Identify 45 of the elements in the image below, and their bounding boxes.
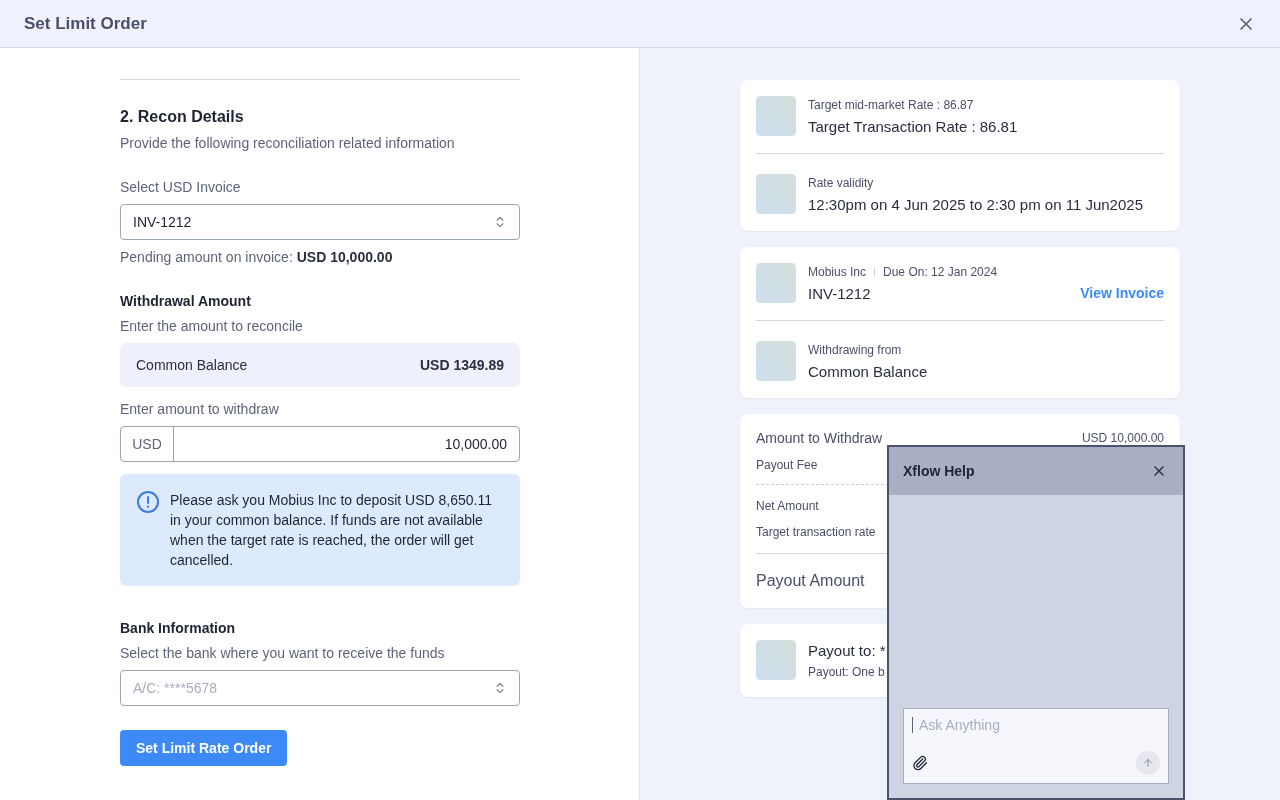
row-caption: Due On: 12 Jan 2024: [883, 264, 998, 279]
pending-amount-text: Pending amount on invoice: USD 10,000.00: [120, 249, 394, 265]
thumbnail-icon: [756, 174, 796, 214]
row-caption: Mobius Inc: [808, 264, 867, 279]
amount-label: Amount to Withdraw: [756, 430, 883, 446]
row-value: Target Transaction Rate : 86.81: [808, 117, 1018, 135]
invoice-select[interactable]: INV-1212: [120, 204, 520, 240]
field-heading: Withdrawal Amount: [120, 293, 252, 309]
rate-label: Target transaction rate: [756, 525, 876, 539]
alert-text: Please ask you Mobius Inc to deposit USD 8,650.11 in your common balance. If funds are not available when the target rate is reached, the order will get cancelled.: [170, 491, 493, 570]
thumbnail-icon: [756, 640, 796, 680]
field-subtitle: Select the bank where you want to receive the funds: [120, 645, 446, 661]
field-subtitle: Enter the amount to reconcile: [120, 318, 304, 334]
balance-label: Common Balance: [136, 357, 248, 373]
arrow-up-icon: [1142, 757, 1154, 769]
field-label: Enter amount to withdraw: [120, 401, 280, 417]
row-caption: Target mid-market Rate : 86.87: [808, 97, 975, 112]
help-title: Xflow Help: [903, 463, 975, 479]
balance-amount: USD 1349.89: [419, 357, 504, 373]
row-value: 12:30pm on 4 Jun 2025 to 2:30 pm on 11 Jun2025: [808, 195, 1143, 213]
view-invoice-link[interactable]: View Invoice: [1080, 284, 1164, 302]
field-heading: Bank Information: [120, 620, 237, 636]
row-caption: Withdrawing from: [808, 342, 903, 357]
section-heading: 2. Recon Details: [120, 108, 245, 126]
info-icon: [136, 490, 160, 514]
chat-input[interactable]: Ask Anything: [912, 717, 1160, 733]
submit-button[interactable]: Set Limit Rate Order: [120, 730, 288, 766]
amount-value: USD 10,000.00: [1081, 431, 1164, 445]
row-caption: Rate validity: [808, 175, 875, 190]
row-value: Common Balance: [808, 362, 928, 380]
fee-label: Payout Fee: [756, 458, 818, 472]
payout-to-text: Payout to: *: [808, 641, 887, 659]
field-label: Select USD Invoice: [120, 179, 242, 195]
window-title: Set Limit Order: [24, 13, 147, 34]
paperclip-icon[interactable]: [912, 755, 928, 771]
amount-field[interactable]: USD 10,000.00: [120, 426, 520, 462]
thumbnail-icon: [756, 341, 796, 381]
payout-text: Payout: One b: [808, 664, 886, 679]
section-subtitle: Provide the following reconciliation related information: [120, 135, 456, 151]
row-value: INV-1212: [808, 284, 871, 302]
thumbnail-icon: [756, 263, 796, 303]
thumbnail-icon: [756, 96, 796, 136]
bank-select[interactable]: A/C: ****5678: [120, 670, 520, 706]
payout-label: Payout Amount: [756, 571, 866, 591]
net-label: Net Amount: [756, 499, 819, 513]
